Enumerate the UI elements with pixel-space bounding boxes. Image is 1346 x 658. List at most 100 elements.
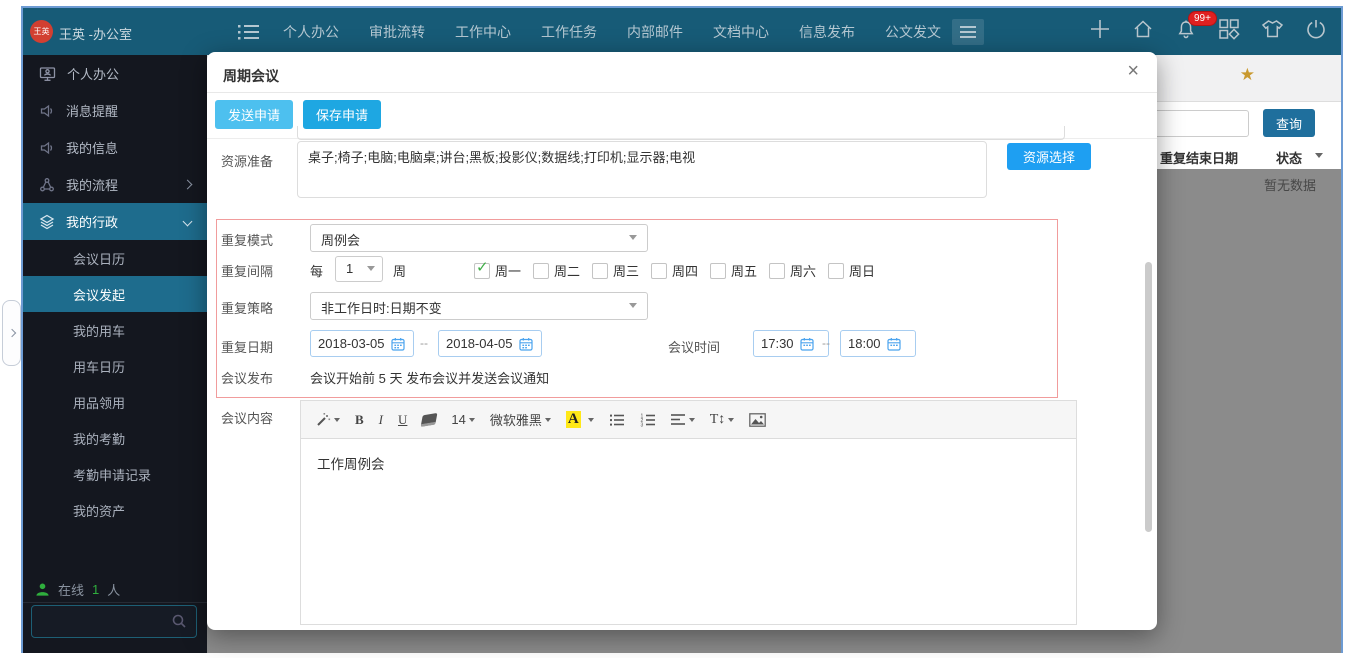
- weekday-tuesday[interactable]: 周二: [533, 261, 592, 280]
- repeat-end-date-input[interactable]: 2018-04-05: [438, 330, 542, 357]
- repeat-start-date-input[interactable]: 2018-03-05: [310, 330, 414, 357]
- chevron-right-icon: [7, 329, 15, 337]
- nav-item-work-tasks[interactable]: 工作任务: [541, 22, 597, 42]
- search-icon[interactable]: [171, 613, 187, 629]
- sidebar-subitem-meeting-calendar[interactable]: 会议日历: [23, 240, 207, 276]
- save-request-button[interactable]: 保存申请: [303, 100, 381, 129]
- ordered-list-icon[interactable]: 123: [640, 413, 656, 427]
- sidebar-item-my-admin[interactable]: 我的行政: [23, 203, 207, 240]
- clipped-input-field[interactable]: [297, 126, 1065, 140]
- sidebar-subitem-my-car[interactable]: 我的用车: [23, 312, 207, 348]
- weekday-sunday[interactable]: 周日: [828, 261, 887, 280]
- calendar-icon[interactable]: [800, 337, 814, 351]
- svg-text:3: 3: [640, 422, 643, 427]
- weekday-thursday[interactable]: 周四: [651, 261, 710, 280]
- calendar-icon[interactable]: [887, 337, 901, 351]
- chevron-down-icon: [183, 217, 193, 227]
- checkbox-icon[interactable]: [533, 263, 549, 279]
- interval-number-select[interactable]: 1: [335, 256, 383, 282]
- checkbox-icon[interactable]: [651, 263, 667, 279]
- logout-power-icon[interactable]: [1305, 18, 1327, 45]
- theme-shirt-icon[interactable]: [1261, 18, 1284, 45]
- add-icon[interactable]: [1089, 18, 1111, 45]
- underline-button[interactable]: U: [398, 412, 407, 428]
- home-icon[interactable]: [1132, 18, 1154, 45]
- checkbox-icon[interactable]: [769, 263, 785, 279]
- column-filter-caret-icon[interactable]: [1315, 153, 1323, 162]
- checkbox-icon[interactable]: [710, 263, 726, 279]
- sidebar-subitem-supplies[interactable]: 用品领用: [23, 384, 207, 420]
- repeat-mode-select[interactable]: 周例会: [310, 224, 648, 252]
- sidebar-item-label: 消息提醒: [66, 101, 118, 120]
- nav-item-official-docs[interactable]: 公文发文: [885, 22, 941, 42]
- nav-item-approval-flow[interactable]: 审批流转: [369, 22, 425, 42]
- nav-item-personal-office[interactable]: 个人办公: [283, 22, 339, 42]
- resource-select-button[interactable]: 资源选择: [1007, 143, 1091, 170]
- speaker-icon: [39, 103, 55, 119]
- weekday-saturday[interactable]: 周六: [769, 261, 828, 280]
- italic-button[interactable]: I: [379, 412, 383, 428]
- sidebar-item-my-info[interactable]: 我的信息: [23, 129, 207, 166]
- checkbox-checked-icon[interactable]: ✓: [474, 263, 490, 279]
- more-menu-icon[interactable]: [952, 19, 984, 45]
- avatar[interactable]: 王英: [30, 20, 53, 43]
- modal-scrollbar-thumb[interactable]: [1145, 262, 1152, 532]
- resource-textarea[interactable]: 桌子;椅子;电脑;电脑桌;讲台;黑板;投影仪;数据线;打印机;显示器;电视: [297, 141, 987, 198]
- menu-collapse-icon[interactable]: [235, 21, 261, 48]
- sidebar-item-personal-office[interactable]: 个人办公: [23, 55, 207, 92]
- nav-item-internal-mail[interactable]: 内部邮件: [627, 22, 683, 42]
- magic-wand-icon[interactable]: [315, 412, 340, 428]
- unordered-list-icon[interactable]: [609, 413, 625, 427]
- font-family-value: 微软雅黑: [490, 410, 542, 429]
- sidebar-subitem-car-calendar[interactable]: 用车日历: [23, 348, 207, 384]
- weekday-monday[interactable]: ✓ 周一: [474, 261, 533, 280]
- meeting-end-time-input[interactable]: 18:00: [840, 330, 916, 357]
- sidebar-search-input[interactable]: [31, 605, 197, 638]
- weekday-friday[interactable]: 周五: [710, 261, 769, 280]
- font-color-button[interactable]: A: [566, 411, 594, 428]
- align-icon[interactable]: [671, 413, 695, 426]
- calendar-icon[interactable]: [519, 337, 533, 351]
- online-count: 1: [92, 582, 99, 597]
- line-height-button[interactable]: T↕: [710, 412, 735, 428]
- weekday-wednesday[interactable]: 周三: [592, 261, 651, 280]
- bold-button[interactable]: B: [355, 412, 364, 428]
- sidebar-subitem-attendance-records[interactable]: 考勤申请记录: [23, 456, 207, 492]
- font-size-select[interactable]: 14: [451, 412, 474, 427]
- apps-grid-icon[interactable]: [1218, 18, 1240, 45]
- insert-image-icon[interactable]: [749, 413, 766, 427]
- eraser-icon[interactable]: [422, 414, 436, 426]
- panel-collapse-handle[interactable]: [2, 300, 21, 366]
- column-repeat-end-date: 重复结束日期: [1160, 148, 1238, 167]
- line-height-glyph: T↕: [710, 412, 726, 428]
- nav-item-work-center[interactable]: 工作中心: [455, 22, 511, 42]
- sidebar-subitem-meeting-initiate[interactable]: 会议发起: [23, 276, 207, 312]
- notifications-bell-icon[interactable]: 99+: [1175, 18, 1197, 45]
- close-icon[interactable]: ×: [1127, 60, 1139, 83]
- sidebar-item-my-flows[interactable]: 我的流程: [23, 166, 207, 203]
- checkbox-icon[interactable]: [828, 263, 844, 279]
- caret-down-icon: [629, 303, 637, 312]
- calendar-icon[interactable]: [391, 337, 405, 351]
- dialog-title: 周期会议: [223, 66, 279, 86]
- editor-body[interactable]: 工作周例会: [301, 439, 1076, 624]
- font-family-select[interactable]: 微软雅黑: [490, 410, 551, 429]
- time-value: 17:30: [761, 336, 794, 351]
- person-icon: [35, 582, 50, 597]
- query-button[interactable]: 查询: [1263, 109, 1315, 137]
- send-request-button[interactable]: 发送申请: [215, 100, 293, 129]
- sidebar-subitem-my-assets[interactable]: 我的资产: [23, 492, 207, 528]
- resource-label: 资源准备: [221, 151, 273, 170]
- repeat-interval-label: 重复间隔: [221, 261, 273, 280]
- checkbox-icon[interactable]: [592, 263, 608, 279]
- repeat-strategy-select[interactable]: 非工作日时:日期不变: [310, 292, 648, 320]
- sidebar-item-message-reminder[interactable]: 消息提醒: [23, 92, 207, 129]
- speaker-icon: [39, 140, 55, 156]
- topbar-actions: 99+: [1089, 8, 1327, 55]
- favorite-star-icon[interactable]: ★: [1240, 65, 1255, 85]
- sidebar-subitem-my-attendance[interactable]: 我的考勤: [23, 420, 207, 456]
- nav-item-info-publish[interactable]: 信息发布: [799, 22, 855, 42]
- repeat-mode-label: 重复模式: [221, 230, 273, 249]
- nav-item-document-center[interactable]: 文档中心: [713, 22, 769, 42]
- meeting-start-time-input[interactable]: 17:30: [753, 330, 829, 357]
